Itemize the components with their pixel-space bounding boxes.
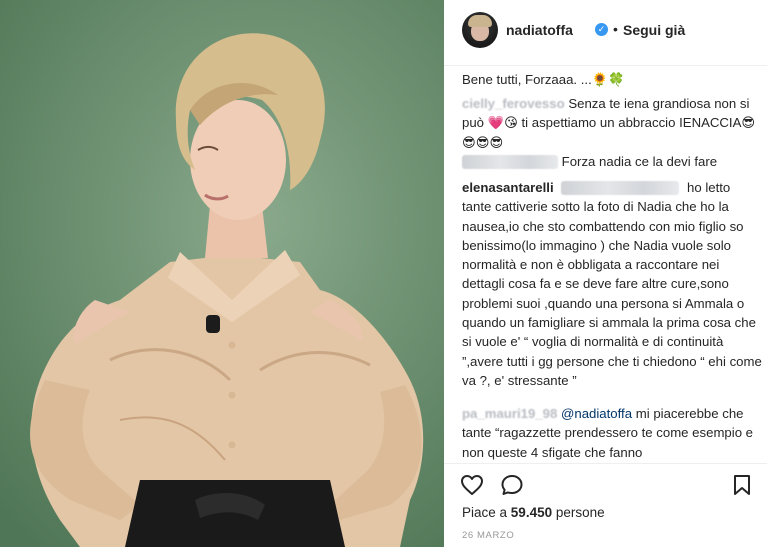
- instagram-post: nadiatoffa ✓ • Segui già Bene tutti, For…: [0, 0, 767, 547]
- redacted-mention: [561, 181, 680, 195]
- comment-text: ho letto tante cattiverie sotto la foto …: [462, 180, 762, 388]
- verified-badge-icon: ✓: [595, 23, 608, 36]
- caption: Bene tutti, Forzaaa. ...🌻🍀: [462, 70, 762, 89]
- comment-username-blurred[interactable]: pa_mauri19_98: [462, 406, 557, 421]
- comment-icon[interactable]: [500, 474, 524, 501]
- comment-item: Forza nadia ce la devi fare: [462, 152, 762, 171]
- bookmark-icon[interactable]: [732, 474, 752, 501]
- likes-suffix: persone: [555, 505, 605, 520]
- comment-item: cielly_ferovesso Senza te iena grandiosa…: [462, 94, 762, 152]
- action-bar: [444, 463, 767, 501]
- following-button[interactable]: Segui già: [623, 22, 685, 38]
- comment-text: Forza nadia ce la devi fare: [561, 154, 718, 169]
- comment-mention-link[interactable]: @nadiatoffa: [561, 406, 632, 421]
- likes-count[interactable]: Piace a 59.450 persone: [462, 505, 605, 520]
- likes-number: 59.450: [510, 505, 553, 520]
- post-date[interactable]: 26 MARZO: [462, 530, 514, 541]
- comment-username[interactable]: elenasantarelli: [462, 180, 554, 195]
- portrait-illustration: [30, 33, 424, 547]
- username[interactable]: nadiatoffa: [506, 22, 573, 38]
- comment-item: pa_mauri19_98 @nadiatoffa mi piacerebbe …: [462, 404, 762, 462]
- caption-text: Bene tutti, Forzaaa. ...🌻🍀: [462, 72, 625, 87]
- post-header: nadiatoffa ✓ • Segui già: [444, 0, 767, 66]
- comment-item: elenasantarelli ho letto tante cattiveri…: [462, 178, 762, 390]
- heart-icon[interactable]: [460, 474, 484, 501]
- avatar[interactable]: [462, 12, 498, 48]
- likes-prefix: Piace a: [462, 505, 508, 520]
- post-side-panel: nadiatoffa ✓ • Segui già Bene tutti, For…: [444, 0, 767, 547]
- redacted-username: [462, 155, 558, 169]
- post-photo: [0, 0, 444, 547]
- separator-dot: •: [613, 21, 618, 37]
- comment-username-blurred[interactable]: cielly_ferovesso: [462, 96, 565, 111]
